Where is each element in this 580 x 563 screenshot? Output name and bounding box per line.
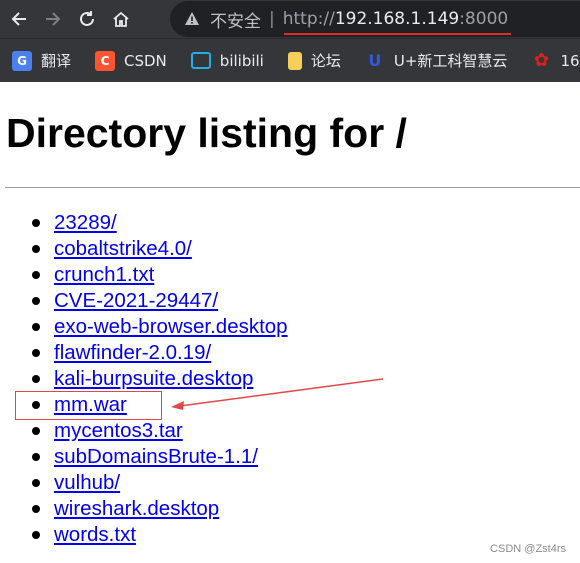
google-translate-icon: G bbox=[12, 50, 32, 71]
highlight-box-annotation bbox=[15, 391, 162, 420]
warning-triangle-icon[interactable] bbox=[184, 11, 200, 27]
file-link[interactable]: CVE-2021-29447/ bbox=[54, 289, 218, 312]
bookmark-forum[interactable]: 论坛 bbox=[287, 50, 341, 71]
bilibili-icon bbox=[190, 52, 211, 69]
bookmark-label: 论坛 bbox=[310, 52, 341, 70]
bookmark-label: CSDN bbox=[124, 51, 167, 70]
file-link[interactable]: mycentos3.tar bbox=[54, 419, 183, 442]
forward-arrow-icon[interactable] bbox=[38, 4, 68, 34]
watermark: CSDN @Zst4rs bbox=[490, 543, 566, 555]
bookmark-u-plus[interactable]: U U+新工科智慧云 bbox=[365, 50, 508, 71]
bookmark-label: 翻译 bbox=[41, 52, 72, 70]
csdn-icon: C bbox=[95, 50, 116, 71]
file-list-item: mycentos3.tar bbox=[0, 418, 288, 444]
file-link[interactable]: vulhub/ bbox=[54, 471, 120, 494]
163-mail-icon: ✿ bbox=[533, 50, 549, 71]
address-bar[interactable]: 不安全 | http://192.168.1.149:8000 bbox=[170, 1, 580, 37]
bookmark-translate[interactable]: G 翻译 bbox=[12, 50, 71, 71]
bookmark-163[interactable]: ✿ 163 bbox=[531, 50, 580, 71]
url-host: 192.168.1.149 bbox=[334, 9, 460, 29]
file-list-item: subDomainsBrute-1.1/ bbox=[0, 444, 288, 470]
file-list-item: exo-web-browser.desktop bbox=[0, 314, 288, 340]
bookmarks-bar: G 翻译 C CSDN bilibili 论坛 U U+新工科智慧云 ✿ 163 bbox=[0, 38, 580, 82]
file-link[interactable]: exo-web-browser.desktop bbox=[54, 315, 288, 338]
file-list-item: wireshark.desktop bbox=[0, 496, 288, 522]
page-content: Directory listing for / 23289/cobaltstri… bbox=[0, 82, 580, 563]
url-port: :8000 bbox=[459, 9, 509, 29]
file-list-item: flawfinder-2.0.19/ bbox=[0, 340, 288, 366]
horizontal-rule bbox=[5, 187, 580, 188]
back-arrow-icon[interactable] bbox=[4, 4, 34, 34]
bookmark-csdn[interactable]: C CSDN bbox=[95, 50, 167, 71]
bookmark-label: bilibili bbox=[219, 51, 264, 70]
reload-icon[interactable] bbox=[72, 4, 102, 34]
file-link[interactable]: flawfinder-2.0.19/ bbox=[54, 341, 211, 364]
file-link[interactable]: subDomainsBrute-1.1/ bbox=[54, 445, 258, 468]
home-icon[interactable] bbox=[106, 4, 136, 34]
file-list-item: 23289/ bbox=[0, 210, 288, 236]
file-list-item: crunch1.txt bbox=[0, 262, 288, 288]
file-list-item: words.txt bbox=[0, 522, 288, 548]
file-list-item: vulhub/ bbox=[0, 470, 288, 496]
url-scheme: http:// bbox=[282, 9, 335, 29]
bookmark-label: 163 bbox=[560, 51, 580, 70]
file-list-item: CVE-2021-29447/ bbox=[0, 288, 288, 314]
file-link[interactable]: cobaltstrike4.0/ bbox=[54, 237, 192, 260]
bookmark-label: U+新工科智慧云 bbox=[393, 52, 508, 70]
file-list-item: cobaltstrike4.0/ bbox=[0, 236, 288, 262]
bookmark-bilibili[interactable]: bilibili bbox=[190, 51, 264, 70]
file-list: 23289/cobaltstrike4.0/crunch1.txt CVE-202… bbox=[0, 210, 288, 548]
folder-icon bbox=[287, 51, 302, 70]
file-list-item: kali-burpsuite.desktop bbox=[0, 366, 288, 392]
security-label[interactable]: 不安全 bbox=[210, 7, 261, 32]
file-link[interactable]: wireshark.desktop bbox=[54, 497, 219, 520]
url-underline-annotation bbox=[284, 33, 511, 35]
file-link[interactable]: words.txt bbox=[54, 523, 136, 546]
u-plus-icon: U bbox=[368, 51, 382, 70]
url-text[interactable]: http://192.168.1.149:8000 bbox=[283, 9, 508, 29]
file-link[interactable]: crunch1.txt bbox=[54, 263, 154, 286]
page-title: Directory listing for / bbox=[6, 110, 407, 156]
file-link[interactable]: 23289/ bbox=[54, 211, 117, 234]
address-separator: | bbox=[269, 9, 275, 29]
file-link[interactable]: kali-burpsuite.desktop bbox=[54, 367, 253, 390]
